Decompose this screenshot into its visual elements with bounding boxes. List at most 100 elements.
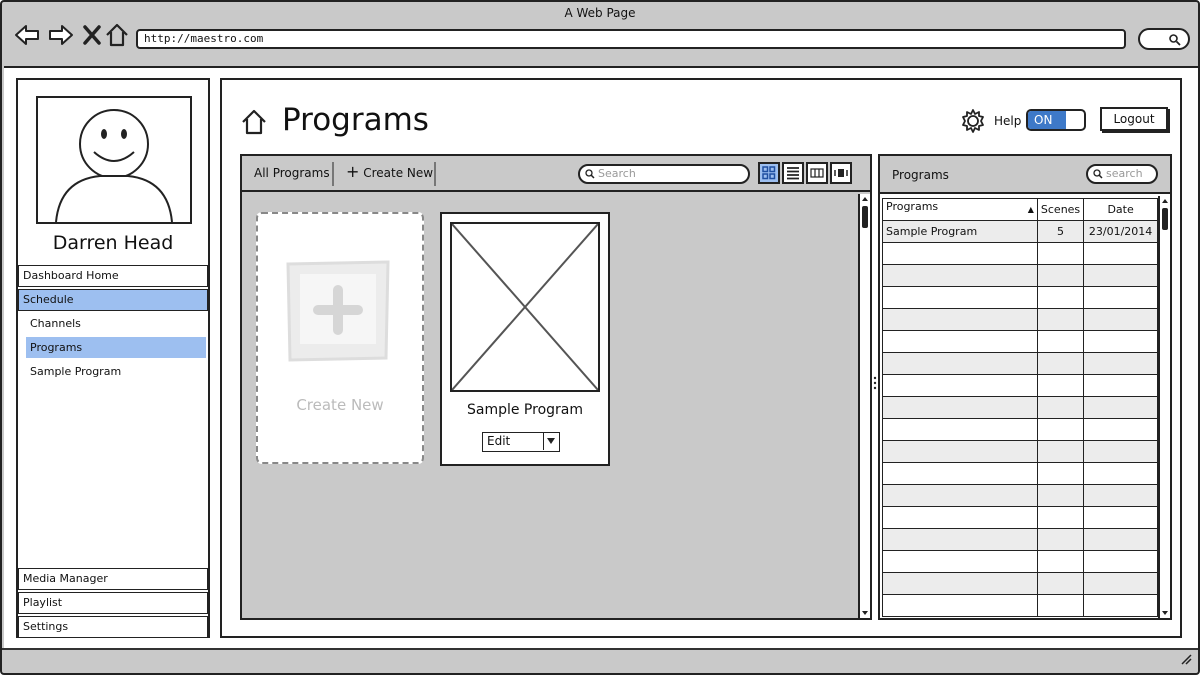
forward-icon[interactable] <box>48 22 74 48</box>
home-icon[interactable] <box>104 22 130 48</box>
sidebar-subitem-programs[interactable]: Programs <box>26 337 206 358</box>
close-icon[interactable] <box>80 22 106 48</box>
on-off-toggle[interactable]: ON <box>1026 109 1086 131</box>
table-cell <box>1083 396 1158 419</box>
program-card-title: Sample Program <box>466 402 583 418</box>
table-row <box>882 418 1158 441</box>
table-cell <box>1083 484 1158 507</box>
toggle-label: ON <box>1028 111 1066 129</box>
program-card[interactable]: Sample Program Edit <box>440 212 610 466</box>
table-cell <box>1083 462 1158 485</box>
table-cell <box>1083 330 1158 353</box>
table-row <box>882 528 1158 551</box>
table-row <box>882 264 1158 287</box>
table-cell <box>882 418 1038 441</box>
column-view-button[interactable] <box>806 162 828 184</box>
table-cell <box>1083 286 1158 309</box>
scroll-thumb[interactable] <box>862 206 868 228</box>
table-cell: Sample Program <box>882 220 1038 243</box>
home-icon[interactable] <box>240 108 268 140</box>
sidebar-item-settings[interactable]: Settings <box>18 616 208 638</box>
gear-icon[interactable] <box>960 108 986 138</box>
add-icon <box>286 260 390 362</box>
programs-table-panel: Programs search Programs ▲ Scenes Date S… <box>878 154 1172 620</box>
scroll-thumb[interactable] <box>1162 208 1168 230</box>
table-cell <box>1036 572 1085 595</box>
scroll-down-icon[interactable] <box>860 608 870 618</box>
table-cell <box>1083 506 1158 529</box>
table-cell <box>1083 352 1158 375</box>
table-cell <box>882 506 1038 529</box>
scroll-down-icon[interactable] <box>1160 608 1170 618</box>
table-row[interactable]: Sample Program 5 23/01/2014 <box>882 220 1158 243</box>
search-placeholder: search <box>1106 167 1143 180</box>
table-cell <box>882 242 1038 265</box>
sort-ascending-icon[interactable]: ▲ <box>1028 200 1034 220</box>
list-view-button[interactable] <box>782 162 804 184</box>
table-cell <box>882 352 1038 375</box>
table-scrollbar[interactable] <box>1158 196 1170 618</box>
filmstrip-view-button[interactable] <box>830 162 852 184</box>
create-new-button[interactable]: + Create New <box>346 164 433 181</box>
address-bar[interactable]: http://maestro.com <box>136 29 1126 49</box>
grid-view-button[interactable] <box>758 162 780 184</box>
search-icon <box>1093 169 1103 179</box>
toolbar-divider <box>332 162 334 186</box>
table-row <box>882 374 1158 397</box>
edit-dropdown[interactable]: Edit <box>482 432 560 452</box>
sidebar-item-dashboard-home[interactable]: Dashboard Home <box>18 265 208 287</box>
table-cell <box>882 286 1038 309</box>
table-row <box>882 462 1158 485</box>
back-icon[interactable] <box>14 22 40 48</box>
avatar <box>36 96 192 224</box>
sidebar-item-media-manager[interactable]: Media Manager <box>18 568 208 590</box>
table-row <box>882 594 1158 617</box>
grid-search-input[interactable]: Search <box>578 164 750 184</box>
table-row <box>882 550 1158 573</box>
resize-grip-icon[interactable] <box>1178 650 1192 669</box>
table-cell <box>1036 264 1085 287</box>
table-search-input[interactable]: search <box>1086 164 1158 184</box>
help-label: Help <box>994 114 1022 128</box>
image-placeholder-icon <box>450 222 600 392</box>
logout-button[interactable]: Logout <box>1100 107 1168 131</box>
sidebar-subitem-label: Programs <box>30 341 83 354</box>
column-header-scenes[interactable]: Scenes <box>1036 198 1085 221</box>
scroll-up-icon[interactable] <box>860 194 870 204</box>
plus-icon: + <box>346 162 360 181</box>
table-cell <box>1036 374 1085 397</box>
table-cell <box>1083 418 1158 441</box>
all-programs-button[interactable]: All Programs <box>254 166 330 180</box>
create-new-card[interactable]: Create New <box>256 212 424 464</box>
grid-scrollbar[interactable] <box>858 194 870 618</box>
table-cell <box>882 264 1038 287</box>
sidebar-subitem-label: Sample Program <box>30 365 122 378</box>
column-header-programs[interactable]: Programs ▲ <box>882 198 1038 221</box>
edit-dropdown-label: Edit <box>487 434 511 448</box>
table-cell <box>882 330 1038 353</box>
table-header-row: Programs ▲ Scenes Date <box>882 198 1158 221</box>
scroll-up-icon[interactable] <box>1160 196 1170 206</box>
chevron-down-icon[interactable] <box>543 433 559 450</box>
list-view-icon <box>787 167 799 180</box>
table-cell: 23/01/2014 <box>1083 220 1158 243</box>
table-row <box>882 572 1158 595</box>
sidebar-item-playlist[interactable]: Playlist <box>18 592 208 614</box>
table-cell <box>882 572 1038 595</box>
create-new-card-label: Create New <box>296 396 384 414</box>
programs-table: Programs ▲ Scenes Date Sample Program 5 23/… <box>882 198 1158 617</box>
sidebar-item-schedule[interactable]: Schedule <box>18 289 208 311</box>
table-cell <box>1036 462 1085 485</box>
column-header-date[interactable]: Date <box>1083 198 1158 221</box>
table-cell <box>1083 308 1158 331</box>
sidebar-subitem-channels[interactable]: Channels <box>26 313 206 334</box>
toolbar-divider <box>434 162 436 186</box>
sidebar-subitem-sample-program[interactable]: Sample Program <box>26 361 206 382</box>
table-panel-title: Programs <box>892 168 949 182</box>
table-cell <box>1036 594 1085 617</box>
table-cell <box>882 440 1038 463</box>
column-header-label: Programs <box>886 199 939 213</box>
page-title: Programs <box>282 102 429 138</box>
table-cell <box>1036 352 1085 375</box>
browser-search-field[interactable] <box>1138 28 1190 50</box>
